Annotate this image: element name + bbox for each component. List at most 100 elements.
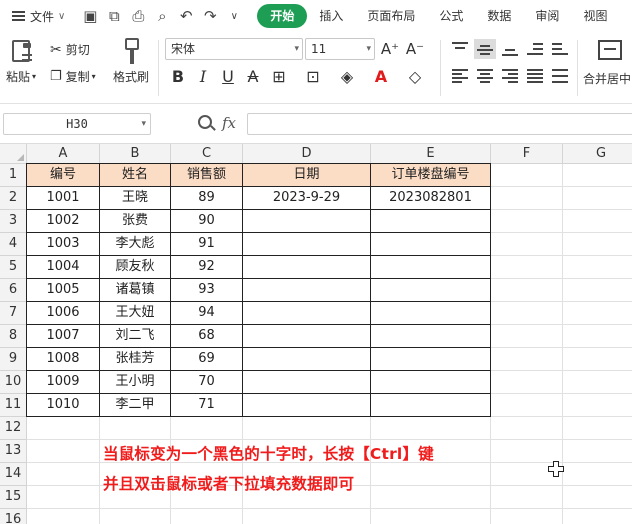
cell-d9[interactable] (243, 348, 371, 371)
column-header-d[interactable]: D (243, 144, 371, 164)
cell-b16[interactable] (100, 509, 171, 524)
row-header-8[interactable]: 8 (0, 325, 27, 348)
print-icon[interactable]: ⎙ (127, 5, 149, 27)
cell-g11[interactable] (563, 394, 632, 417)
bold-icon[interactable]: B (167, 65, 189, 87)
column-header-g[interactable]: G (563, 144, 632, 164)
tab-review[interactable]: 审阅 (523, 4, 571, 28)
cell-b11[interactable]: 李二甲 (100, 394, 171, 417)
header-cell-a1[interactable]: 编号 (26, 163, 100, 187)
row-header-5[interactable]: 5 (0, 256, 27, 279)
cell-d2[interactable]: 2023-9-29 (243, 187, 371, 210)
cell-f13[interactable] (491, 440, 563, 463)
cell-f1[interactable] (491, 164, 563, 187)
tab-page-layout[interactable]: 页面布局 (355, 4, 427, 28)
row-header-15[interactable]: 15 (0, 486, 27, 509)
name-box[interactable]: H30 ▾ (3, 113, 151, 135)
cell-d16[interactable] (243, 509, 371, 524)
cell-d12[interactable] (243, 417, 371, 440)
font-size-select[interactable]: 11 ▾ (305, 38, 375, 60)
cell-c3[interactable]: 90 (171, 210, 243, 233)
tab-home[interactable]: 开始 (257, 4, 308, 28)
clear-format-icon[interactable]: ◇ (404, 65, 426, 87)
tab-view[interactable]: 视图 (571, 4, 619, 28)
cell-a15[interactable] (27, 486, 100, 509)
cell-b10[interactable]: 王小明 (100, 371, 171, 394)
column-header-c[interactable]: C (171, 144, 243, 164)
row-header-4[interactable]: 4 (0, 233, 27, 256)
cell-f10[interactable] (491, 371, 563, 394)
cell-c2[interactable]: 89 (171, 187, 243, 210)
cell-g14[interactable] (563, 463, 632, 486)
cell-d5[interactable] (243, 256, 371, 279)
cell-a3[interactable]: 1002 (26, 210, 100, 233)
cell-f15[interactable] (491, 486, 563, 509)
row-header-9[interactable]: 9 (0, 348, 27, 371)
print-preview-icon[interactable]: ⌕ (151, 5, 173, 27)
cell-b7[interactable]: 王大妞 (100, 302, 171, 325)
cell-g10[interactable] (563, 371, 632, 394)
align-center-icon[interactable] (477, 69, 493, 83)
increase-font-size-icon[interactable]: A⁺ (379, 38, 401, 60)
cell-e16[interactable] (371, 509, 491, 524)
cell-e12[interactable] (371, 417, 491, 440)
cell-c5[interactable]: 92 (171, 256, 243, 279)
export-icon[interactable]: ⧉ (103, 5, 125, 27)
cell-e6[interactable] (371, 279, 491, 302)
cell-a5[interactable]: 1004 (26, 256, 100, 279)
cell-a7[interactable]: 1006 (26, 302, 100, 325)
cell-e8[interactable] (371, 325, 491, 348)
cell-g12[interactable] (563, 417, 632, 440)
cell-g2[interactable] (563, 187, 632, 210)
distributed-align-icon[interactable] (552, 69, 568, 83)
column-header-f[interactable]: F (491, 144, 563, 164)
cell-a14[interactable] (27, 463, 100, 486)
cell-b5[interactable]: 顾友秋 (100, 256, 171, 279)
cell-c4[interactable]: 91 (171, 233, 243, 256)
cell-g3[interactable] (563, 210, 632, 233)
cell-d10[interactable] (243, 371, 371, 394)
decrease-indent-icon[interactable] (527, 42, 543, 56)
cell-b4[interactable]: 李大彪 (100, 233, 171, 256)
row-header-10[interactable]: 10 (0, 371, 27, 394)
cell-a9[interactable]: 1008 (26, 348, 100, 371)
cell-e2[interactable]: 2023082801 (371, 187, 491, 210)
row-header-3[interactable]: 3 (0, 210, 27, 233)
cell-f11[interactable] (491, 394, 563, 417)
cell-f9[interactable] (491, 348, 563, 371)
cell-a4[interactable]: 1003 (26, 233, 100, 256)
cell-style-icon[interactable]: ⊡ (302, 65, 324, 87)
merge-center-icon[interactable] (598, 40, 622, 60)
cell-e4[interactable] (371, 233, 491, 256)
cell-f3[interactable] (491, 210, 563, 233)
cell-c12[interactable] (171, 417, 243, 440)
tab-insert[interactable]: 插入 (307, 4, 355, 28)
header-cell-b1[interactable]: 姓名 (100, 163, 171, 187)
font-color-icon[interactable]: A (370, 65, 392, 87)
font-name-select[interactable]: 宋体 ▾ (165, 38, 303, 60)
formula-input[interactable] (247, 113, 632, 135)
cell-c7[interactable]: 94 (171, 302, 243, 325)
cell-g4[interactable] (563, 233, 632, 256)
cell-f7[interactable] (491, 302, 563, 325)
undo-icon[interactable]: ↶ (175, 5, 197, 27)
header-cell-e1[interactable]: 订单楼盘编号 (371, 163, 491, 187)
cell-b6[interactable]: 诸葛镇 (100, 279, 171, 302)
cell-d6[interactable] (243, 279, 371, 302)
cell-g15[interactable] (563, 486, 632, 509)
row-header-11[interactable]: 11 (0, 394, 27, 417)
cell-a2[interactable]: 1001 (26, 187, 100, 210)
cell-d11[interactable] (243, 394, 371, 417)
decrease-font-size-icon[interactable]: A⁻ (404, 38, 426, 60)
borders-icon[interactable]: ⊞ (268, 65, 290, 87)
cell-g9[interactable] (563, 348, 632, 371)
strikethrough-icon[interactable]: A (242, 65, 264, 87)
row-header-6[interactable]: 6 (0, 279, 27, 302)
cell-a11[interactable]: 1010 (26, 394, 100, 417)
align-middle-icon[interactable] (474, 39, 496, 59)
justify-icon[interactable] (527, 69, 543, 83)
align-top-icon[interactable] (452, 42, 468, 56)
quick-access-dropdown-icon[interactable]: ∨ (223, 5, 245, 27)
cell-e7[interactable] (371, 302, 491, 325)
cell-e3[interactable] (371, 210, 491, 233)
